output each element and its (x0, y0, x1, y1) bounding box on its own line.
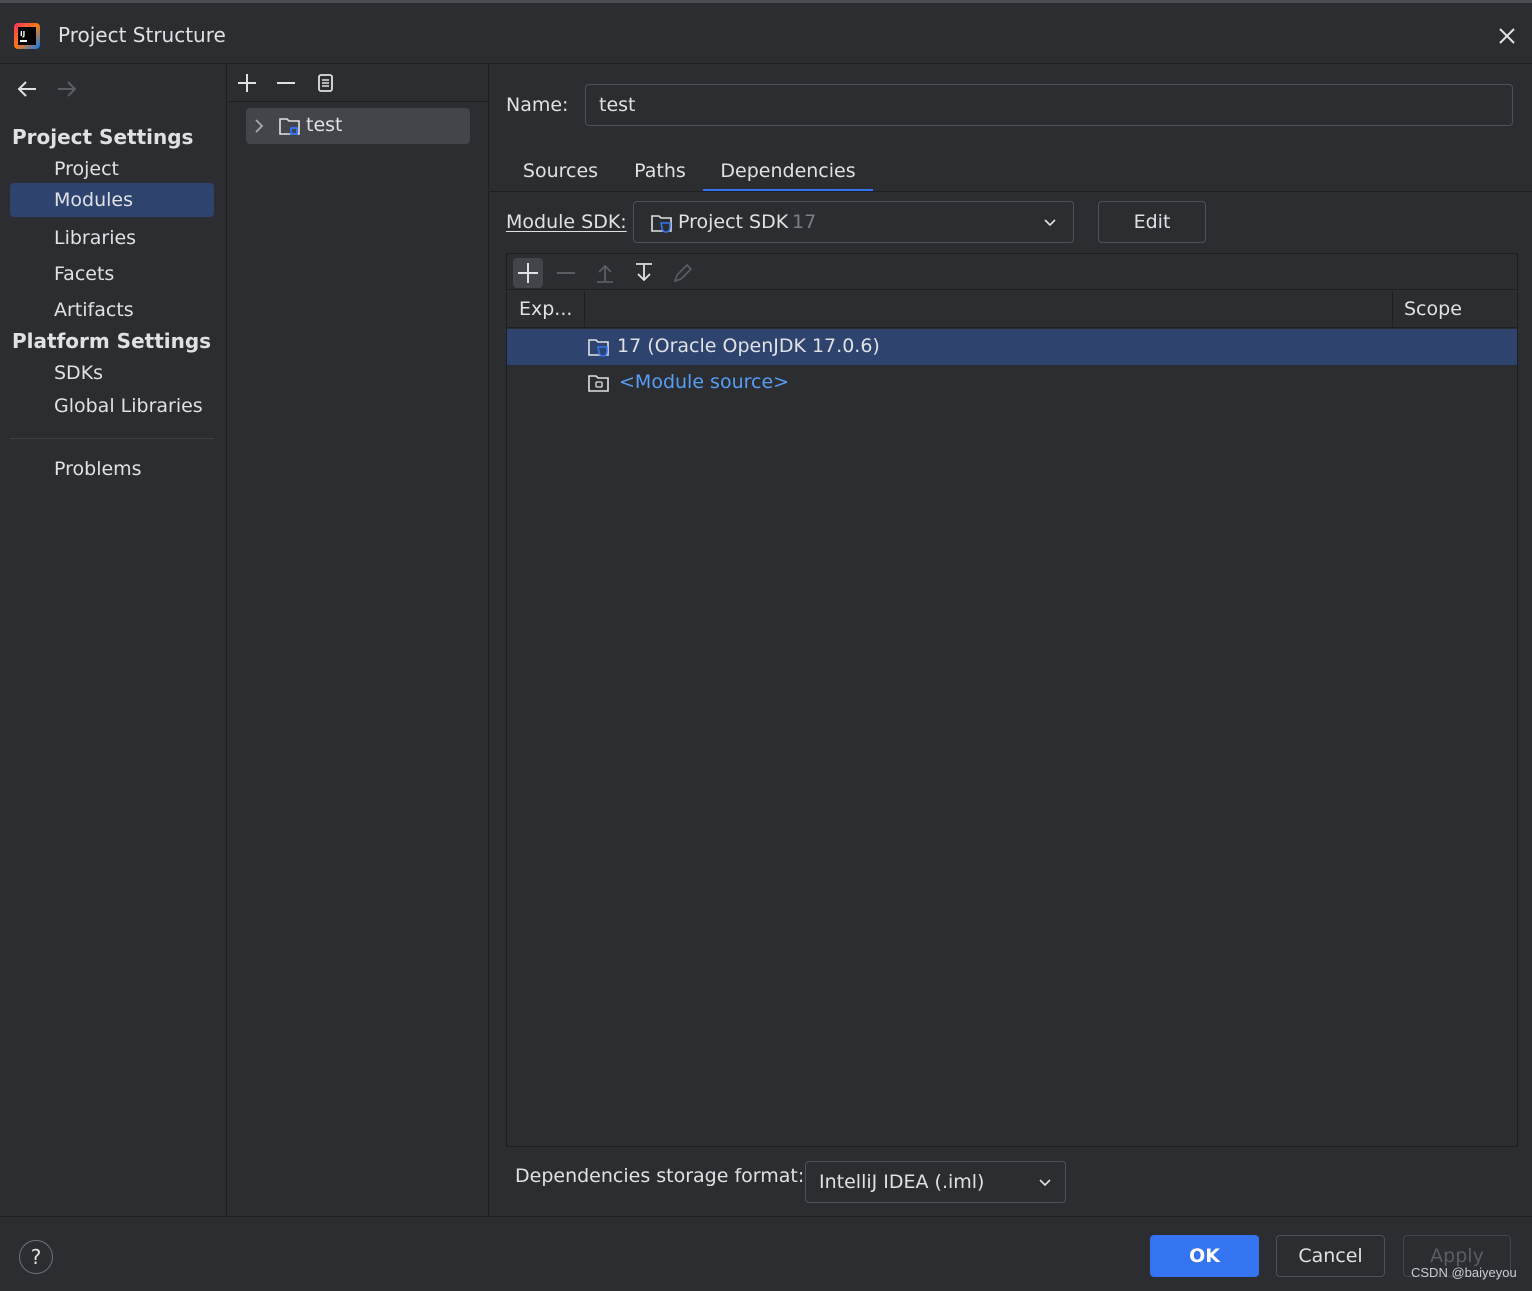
chevron-down-icon (1037, 1175, 1053, 1191)
module-sdk-select[interactable]: Project SDK 17 (633, 201, 1074, 243)
settings-navigation: Project Settings Project Modules Librari… (0, 64, 227, 1216)
module-source-link: <Module source> (619, 371, 790, 393)
table-row[interactable]: <Module source> (507, 365, 1517, 401)
storage-format-value: IntelliJ IDEA (.iml) (819, 1171, 985, 1193)
column-separator (584, 291, 585, 328)
module-folder-icon (278, 114, 302, 138)
add-icon[interactable] (234, 70, 260, 96)
edit-pencil-icon[interactable] (670, 260, 696, 286)
ok-button[interactable]: OK (1150, 1235, 1259, 1277)
module-sdk-label: Module SDK: (506, 211, 627, 233)
nav-item-global-libraries[interactable]: Global Libraries (10, 389, 214, 423)
jdk-folder-icon (650, 211, 674, 235)
help-icon[interactable]: ? (19, 1240, 53, 1274)
forward-arrow-icon[interactable] (52, 74, 82, 104)
chevron-right-icon[interactable] (252, 117, 266, 135)
module-tree-item[interactable]: test (246, 108, 470, 144)
svg-text:IJ: IJ (20, 30, 25, 38)
watermark: CSDN @baiyeyou (1411, 1265, 1517, 1280)
source-folder-icon (587, 371, 611, 395)
add-dependency-icon[interactable] (513, 258, 543, 288)
project-settings-heading: Project Settings (12, 125, 194, 149)
tab-sources[interactable]: Sources (510, 154, 611, 192)
dependencies-table: Exp... Scope 17 (Oracle OpenJDK 17.0.6) … (506, 253, 1518, 1147)
window-title: Project Structure (58, 23, 226, 47)
nav-item-project[interactable]: Project (10, 152, 214, 186)
nav-item-sdks[interactable]: SDKs (10, 356, 214, 390)
dialog-footer: ? OK Cancel Apply CSDN @baiyeyou (0, 1216, 1532, 1291)
copy-icon[interactable] (313, 70, 339, 96)
jdk-folder-icon (587, 335, 611, 359)
dependencies-toolbar (507, 254, 1517, 290)
column-export[interactable]: Exp... (519, 298, 572, 320)
intellij-logo-icon: IJ (14, 23, 40, 49)
nav-item-artifacts[interactable]: Artifacts (10, 293, 214, 327)
nav-item-libraries[interactable]: Libraries (10, 221, 214, 255)
edit-sdk-button[interactable]: Edit (1098, 201, 1206, 243)
sdk-version: 17 (792, 211, 817, 233)
name-label: Name: (506, 94, 569, 116)
remove-icon[interactable] (273, 70, 299, 96)
module-name-input[interactable] (585, 84, 1513, 126)
move-down-icon[interactable] (631, 260, 657, 286)
dependency-label: 17 (Oracle OpenJDK 17.0.6) (617, 335, 880, 357)
table-row[interactable]: 17 (Oracle OpenJDK 17.0.6) (507, 329, 1517, 365)
column-scope[interactable]: Scope (1404, 298, 1462, 320)
module-detail-panel: Name: Sources Paths Dependencies Module … (490, 64, 1532, 1216)
nav-item-facets[interactable]: Facets (10, 257, 214, 291)
title-bar: IJ Project Structure (0, 0, 1532, 64)
sdk-value: Project SDK (678, 211, 789, 233)
modules-panel: test (228, 64, 489, 1216)
storage-format-label: Dependencies storage format: (515, 1165, 805, 1187)
module-tree-label: test (306, 114, 343, 136)
tabs-divider (490, 191, 1532, 192)
tab-paths[interactable]: Paths (621, 154, 699, 192)
chevron-down-icon (1042, 215, 1058, 231)
column-separator (1392, 291, 1393, 328)
move-up-icon[interactable] (592, 260, 618, 286)
nav-item-problems[interactable]: Problems (10, 452, 214, 486)
nav-divider (10, 438, 214, 439)
cancel-button[interactable]: Cancel (1276, 1235, 1385, 1277)
modules-toolbar (228, 64, 489, 102)
back-arrow-icon[interactable] (12, 74, 42, 104)
platform-settings-heading: Platform Settings (12, 329, 212, 353)
dependencies-header: Exp... Scope (507, 291, 1517, 328)
storage-format-select[interactable]: IntelliJ IDEA (.iml) (805, 1161, 1066, 1203)
tab-dependencies[interactable]: Dependencies (703, 154, 873, 192)
nav-item-modules[interactable]: Modules (10, 183, 214, 217)
close-icon[interactable] (1492, 21, 1522, 51)
remove-dependency-icon[interactable] (553, 260, 579, 286)
